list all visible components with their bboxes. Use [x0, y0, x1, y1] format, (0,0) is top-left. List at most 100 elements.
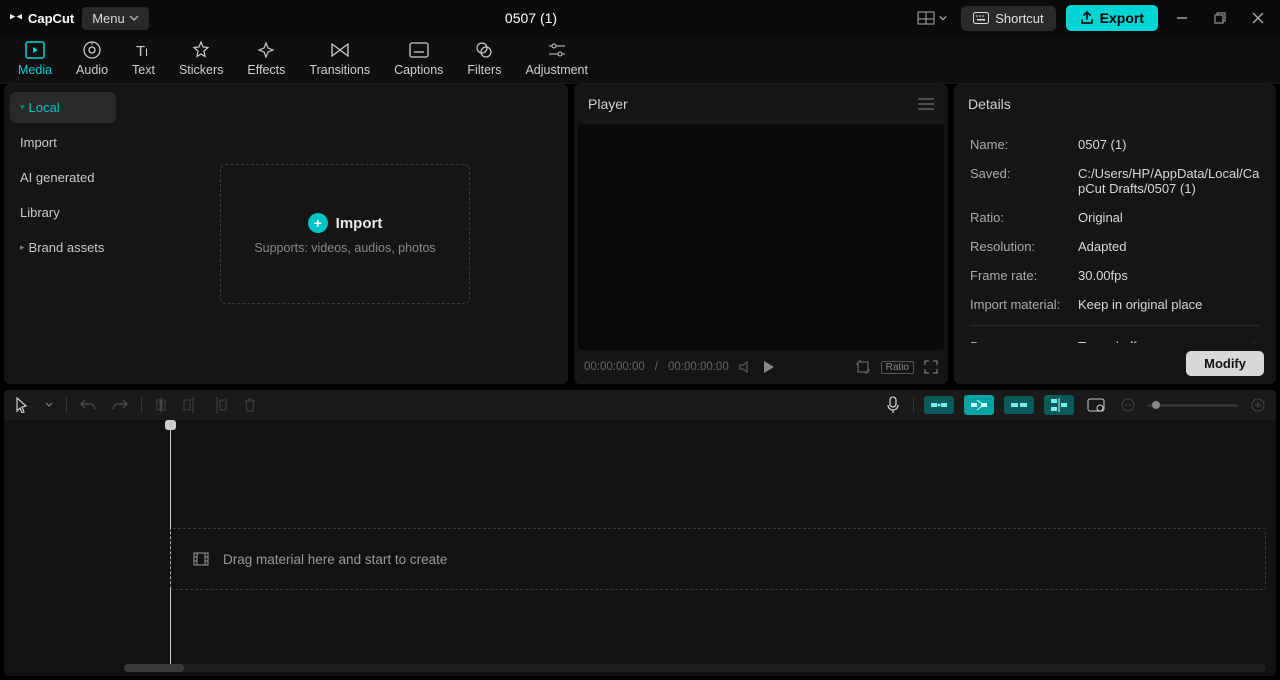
tab-text[interactable]: TI Text	[120, 36, 167, 83]
track-toggle-3[interactable]	[1004, 396, 1034, 414]
pointer-dropdown[interactable]	[42, 398, 56, 412]
player-header: Player	[588, 96, 628, 112]
timeline-drop-track[interactable]: Drag material here and start to create	[170, 528, 1266, 590]
redo-button[interactable]	[109, 395, 131, 415]
capcut-logo-icon	[8, 10, 24, 26]
time-total: 00:00:00:00	[668, 361, 729, 373]
volume-button[interactable]	[739, 361, 753, 373]
tab-captions[interactable]: Captions	[382, 36, 455, 83]
player-viewport[interactable]	[578, 124, 944, 350]
split-button[interactable]	[152, 394, 170, 416]
undo-button[interactable]	[77, 395, 99, 415]
detail-row-framerate: Frame rate:30.00fps	[970, 261, 1260, 290]
tab-adjustment[interactable]: Adjustment	[513, 36, 600, 83]
text-icon: TI	[134, 40, 154, 60]
tab-audio[interactable]: Audio	[64, 36, 120, 83]
record-button[interactable]	[883, 393, 903, 417]
svg-text:I: I	[145, 47, 148, 59]
menu-button[interactable]: Menu	[82, 7, 149, 30]
drop-hint-text: Drag material here and start to create	[223, 552, 447, 567]
detail-row-saved: Saved:C:/Users/HP/AppData/Local/CapCut D…	[970, 159, 1260, 203]
media-content: + Import Supports: videos, audios, photo…	[122, 84, 568, 384]
app-name: CapCut	[28, 11, 74, 26]
zoom-out-button[interactable]	[1118, 395, 1138, 415]
player-menu-button[interactable]	[918, 98, 934, 110]
sidebar-item-library[interactable]: Library	[10, 197, 116, 228]
project-title: 0507 (1)	[157, 10, 905, 26]
layout-button[interactable]	[913, 7, 951, 29]
detail-row-ratio: Ratio:Original	[970, 203, 1260, 232]
sidebar-item-brand-assets[interactable]: ▸Brand assets	[10, 232, 116, 263]
tab-stickers[interactable]: Stickers	[167, 36, 235, 83]
play-button[interactable]	[763, 360, 775, 374]
ratio-button[interactable]: Ratio	[881, 361, 914, 374]
export-icon	[1080, 11, 1094, 25]
category-tabs: Media Audio TI Text Stickers Effects Tra…	[0, 36, 1280, 84]
media-sidebar: ▾Local Import AI generated Library ▸Bran…	[4, 84, 122, 384]
player-panel: Player 00:00:00:00 / 00:00:00:00 Ratio	[574, 84, 948, 384]
app-logo: CapCut	[8, 10, 74, 26]
minimize-button[interactable]	[1168, 4, 1196, 32]
maximize-icon	[1214, 12, 1226, 24]
chevron-down-icon	[939, 14, 947, 22]
import-subtext: Supports: videos, audios, photos	[254, 241, 435, 255]
adjustment-icon	[547, 40, 567, 60]
shortcut-button[interactable]: Shortcut	[961, 6, 1055, 31]
detail-row-name: Name:0507 (1)	[970, 130, 1260, 159]
filters-icon	[474, 40, 494, 60]
tab-transitions[interactable]: Transitions	[297, 36, 382, 83]
maximize-button[interactable]	[1206, 4, 1234, 32]
layout-icon	[917, 11, 935, 25]
tab-media[interactable]: Media	[6, 36, 64, 83]
zoom-thumb[interactable]	[1152, 401, 1160, 409]
time-current: 00:00:00:00	[584, 361, 645, 373]
timeline-ruler[interactable]	[170, 426, 1276, 438]
zoom-slider[interactable]	[1148, 404, 1238, 407]
pointer-tool[interactable]	[12, 394, 32, 416]
tab-effects[interactable]: Effects	[235, 36, 297, 83]
effects-icon	[256, 40, 276, 60]
crop-button[interactable]	[855, 359, 871, 375]
track-toggle-4[interactable]	[1044, 395, 1074, 415]
timeline-scrollbar[interactable]	[124, 664, 1266, 672]
timeline[interactable]: Drag material here and start to create	[4, 420, 1276, 676]
delete-button[interactable]	[240, 394, 260, 416]
media-icon	[25, 40, 45, 60]
track-toggle-1[interactable]	[924, 396, 954, 414]
titlebar: CapCut Menu 0507 (1) Shortcut Export	[0, 0, 1280, 36]
transitions-icon	[330, 40, 350, 60]
media-panel: ▾Local Import AI generated Library ▸Bran…	[4, 84, 568, 384]
captions-icon	[409, 40, 429, 60]
import-dropzone[interactable]: + Import Supports: videos, audios, photo…	[220, 164, 470, 304]
close-icon	[1252, 12, 1264, 24]
stickers-icon	[191, 40, 211, 60]
audio-icon	[82, 40, 102, 60]
sidebar-item-local[interactable]: ▾Local	[10, 92, 116, 123]
close-button[interactable]	[1244, 4, 1272, 32]
delete-right-button[interactable]	[210, 394, 230, 416]
film-icon	[193, 552, 209, 566]
fullscreen-button[interactable]	[924, 360, 938, 374]
export-button[interactable]: Export	[1066, 5, 1158, 31]
tab-filters[interactable]: Filters	[455, 36, 513, 83]
details-header: Details	[968, 96, 1011, 112]
detail-row-proxy: Proxy: Turned off ⓘ	[970, 332, 1260, 343]
keyboard-icon	[973, 12, 989, 24]
player-controls: 00:00:00:00 / 00:00:00:00 Ratio	[574, 350, 948, 384]
delete-left-button[interactable]	[180, 394, 200, 416]
svg-text:T: T	[136, 43, 145, 59]
preview-toggle[interactable]	[1084, 395, 1108, 415]
minimize-icon	[1176, 12, 1188, 24]
timeline-toolbar	[4, 390, 1276, 420]
sidebar-item-ai-generated[interactable]: AI generated	[10, 162, 116, 193]
sidebar-item-import[interactable]: Import	[10, 127, 116, 158]
zoom-in-button[interactable]	[1248, 395, 1268, 415]
details-panel: Details Name:0507 (1) Saved:C:/Users/HP/…	[954, 84, 1276, 384]
modify-button[interactable]: Modify	[1186, 351, 1264, 376]
detail-row-import-material: Import material:Keep in original place	[970, 290, 1260, 319]
scrollbar-thumb[interactable]	[124, 664, 184, 672]
plus-icon: +	[308, 213, 328, 233]
detail-row-resolution: Resolution:Adapted	[970, 232, 1260, 261]
track-toggle-2[interactable]	[964, 395, 994, 415]
chevron-down-icon	[129, 13, 139, 23]
